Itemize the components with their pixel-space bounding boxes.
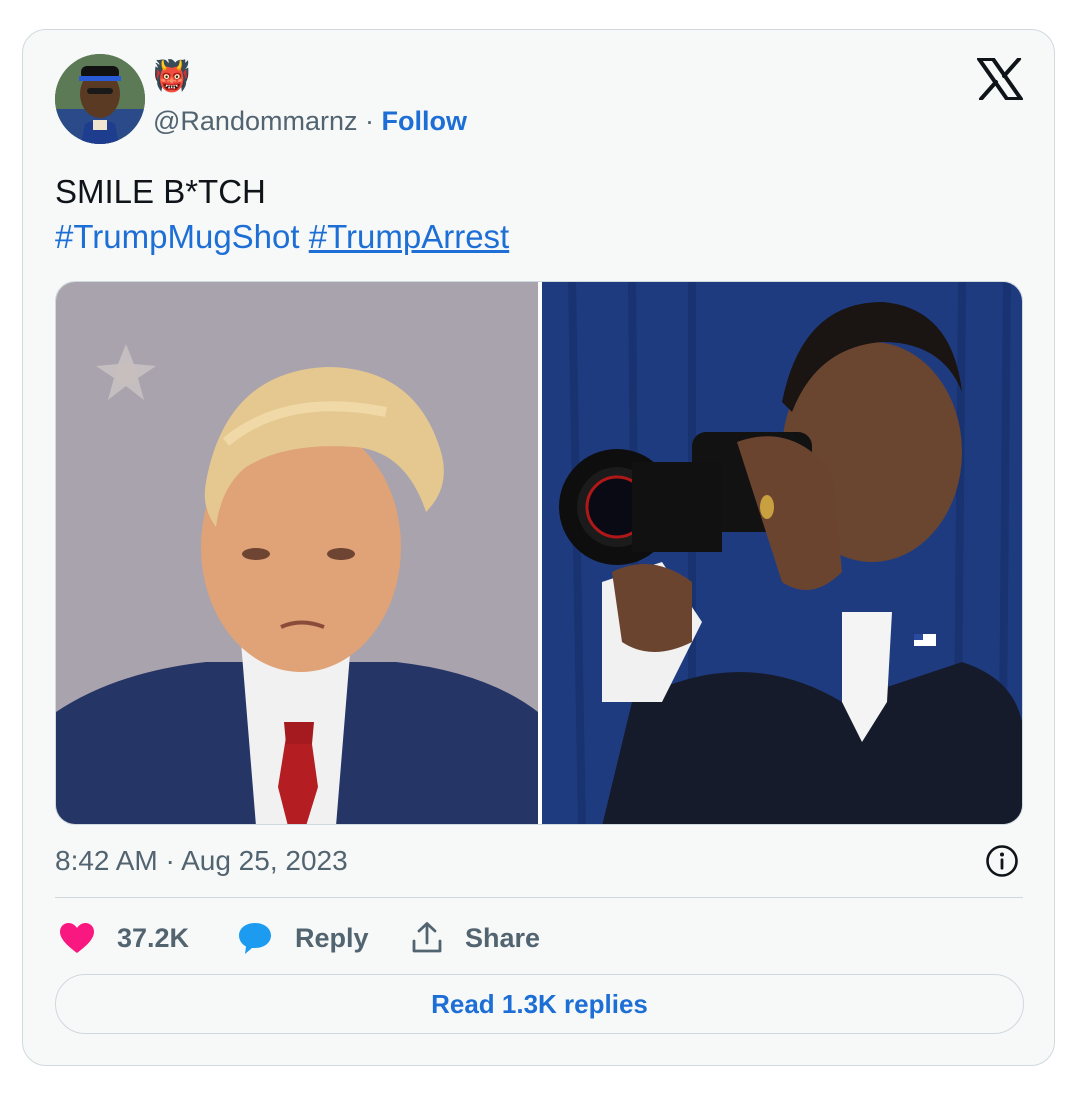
share-upload-icon [412,922,442,953]
x-logo-icon[interactable] [977,58,1023,100]
tweet-media[interactable] [55,281,1023,825]
tweet-embed-card: 👹 @Randommarnz · Follow SMILE B*TCH #Tru… [22,29,1055,1066]
author-handle-row: @Randommarnz · Follow [153,104,467,138]
avatar[interactable] [55,54,145,144]
handle-separator: · [357,106,382,136]
heart-icon [60,923,94,953]
read-replies-button[interactable]: Read 1.3K replies [55,974,1024,1034]
tweet-text: SMILE B*TCH [55,173,266,210]
tweet-timestamp[interactable]: 8:42 AM · Aug 25, 2023 [55,843,348,879]
hashtag-link[interactable]: #TrumpMugShot [55,218,300,255]
speech-bubble-icon [239,923,271,954]
follow-button[interactable]: Follow [381,106,466,136]
hashtag-link[interactable]: #TrumpArrest [309,218,509,255]
share-button[interactable]: Share [411,918,540,958]
share-label: Share [465,922,541,953]
mugshot-photo[interactable] [56,282,538,825]
like-button[interactable]: 37.2K [59,918,189,958]
author-emoji: 👹 [153,59,191,94]
author-handle[interactable]: @Randommarnz [153,106,357,136]
divider [55,897,1023,898]
camera-photo[interactable] [542,282,1023,825]
hashtag-row: #TrumpMugShot #TrumpArrest [55,214,509,260]
reply-button[interactable]: Reply [237,918,369,958]
info-icon[interactable] [985,844,1019,878]
like-count: 37.2K [117,922,190,953]
reply-label: Reply [295,922,369,953]
